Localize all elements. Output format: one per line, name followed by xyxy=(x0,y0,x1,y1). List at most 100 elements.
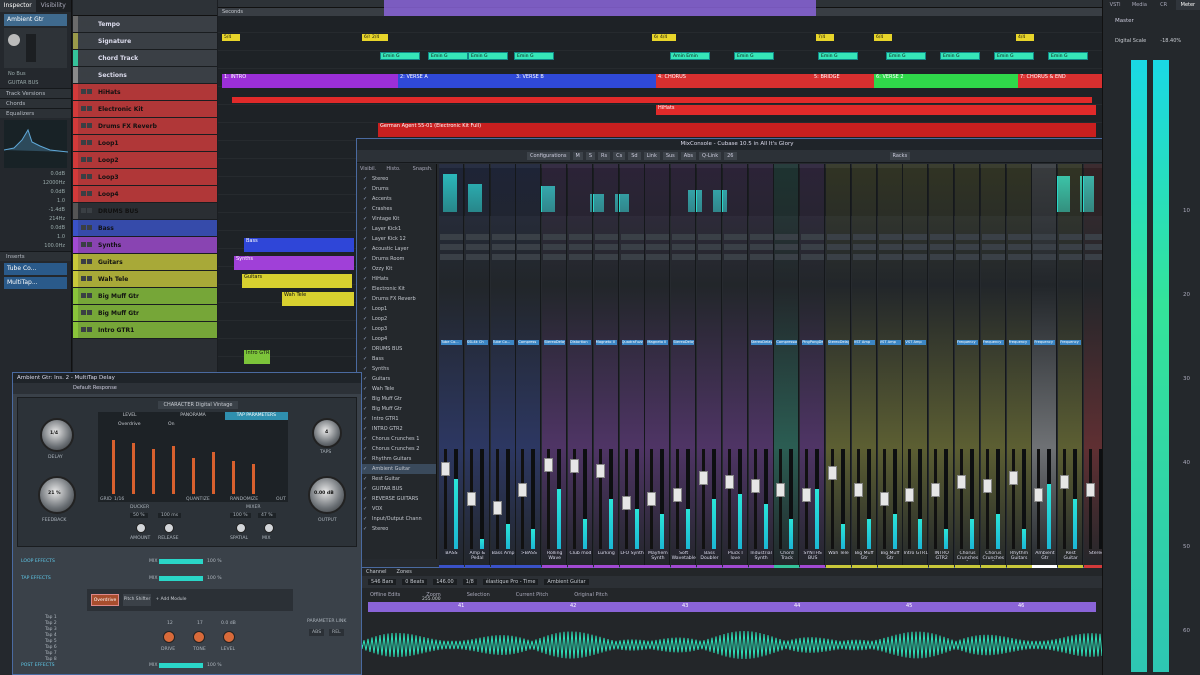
channel-name[interactable]: Intro GTR1 xyxy=(903,551,928,561)
routing-slot[interactable] xyxy=(440,234,463,240)
tab-tap-parameters[interactable]: TAP PARAMETERS xyxy=(224,412,288,420)
routing-slot[interactable] xyxy=(956,234,979,240)
track-header[interactable]: Tempo xyxy=(73,16,217,33)
insert-slot[interactable]: Magneto II xyxy=(647,340,669,345)
spatial-value[interactable]: 100 % xyxy=(230,513,251,518)
mixer-toolbar-button[interactable]: Sd xyxy=(628,152,641,160)
track-header[interactable]: Electronic Kit xyxy=(73,101,217,118)
visibility-item[interactable]: ✓ Vintage Kit xyxy=(357,214,436,224)
tab-level[interactable]: LEVEL xyxy=(98,412,161,420)
mute-button[interactable] xyxy=(81,157,86,162)
bass-clip[interactable]: Bass xyxy=(244,238,354,252)
channel-name[interactable]: Big Muff Gtr xyxy=(878,551,903,561)
routing-slot[interactable] xyxy=(930,234,954,240)
visibility-checkbox[interactable]: ✓ xyxy=(363,216,368,222)
visibility-item[interactable]: ✓ Layer Kick1 xyxy=(357,224,436,234)
routing-slot[interactable] xyxy=(801,254,825,260)
routing-slot[interactable] xyxy=(646,234,670,240)
insert-slot[interactable]: StereoDelay xyxy=(544,340,566,345)
visibility-checkbox[interactable]: ✓ xyxy=(363,286,368,292)
section-event[interactable]: 7: CHORUS & END xyxy=(1018,74,1102,88)
channel-name[interactable]: Amp & Pedal xyxy=(465,551,490,561)
sample-editor-field[interactable]: 1/8 xyxy=(462,579,477,585)
channel-name[interactable]: LFO Synth xyxy=(620,551,645,561)
routing-slot[interactable] xyxy=(569,234,592,240)
insert-slot-1[interactable]: Tube Co... xyxy=(4,263,67,275)
tab-snapshots[interactable]: Snapsh. xyxy=(410,164,436,174)
add-module-button[interactable]: + Add Module xyxy=(155,594,187,606)
routing-slot[interactable] xyxy=(930,244,954,250)
mixer-toolbar-button[interactable]: Q-Link xyxy=(699,152,722,160)
visibility-checkbox[interactable]: ✓ xyxy=(363,476,368,482)
routing-slot[interactable] xyxy=(698,234,721,240)
routing-slot[interactable] xyxy=(1059,244,1083,250)
signature-marker[interactable]: 4/4 xyxy=(1016,34,1034,41)
track-header[interactable]: HiHats xyxy=(73,84,217,101)
electronic-kit-clip[interactable]: German Agent 55-01 (Electronic Kit Full) xyxy=(378,123,1096,137)
routing-slot[interactable] xyxy=(878,234,902,240)
volume-fader[interactable] xyxy=(544,457,554,472)
sample-editor-ruler[interactable]: 41 42 43 44 45 46 xyxy=(368,602,1096,612)
visibility-checkbox[interactable]: ✓ xyxy=(363,376,368,382)
visibility-checkbox[interactable]: ✓ xyxy=(363,486,368,492)
routing-slot[interactable] xyxy=(440,244,463,250)
mix-value[interactable]: 47 % xyxy=(258,513,276,518)
routing-slot[interactable] xyxy=(646,254,670,260)
routing-slot[interactable] xyxy=(465,234,489,240)
track-header[interactable]: Drums FX Reverb xyxy=(73,118,217,135)
mute-button[interactable] xyxy=(81,191,86,196)
solo-button[interactable] xyxy=(87,55,92,60)
inspector-track-name[interactable]: Ambient Gtr xyxy=(4,14,67,26)
section-inserts[interactable]: Inserts xyxy=(0,251,71,261)
routing-output[interactable]: GUITAR BUS xyxy=(0,79,71,88)
visibility-checkbox[interactable]: ✓ xyxy=(363,316,368,322)
tab-visibility[interactable]: Visibility xyxy=(36,0,72,12)
channel-name[interactable]: BASS xyxy=(439,551,464,561)
routing-slot[interactable] xyxy=(698,254,721,260)
volume-fader[interactable] xyxy=(776,483,786,498)
insert-slot-2[interactable]: MultiTap... xyxy=(4,277,67,289)
mute-button[interactable] xyxy=(81,38,86,43)
routing-slot[interactable] xyxy=(543,244,567,250)
visibility-item[interactable]: ✓ Rest Guitar xyxy=(357,474,436,484)
wah-tele-clip[interactable]: Wah Tele xyxy=(282,292,354,306)
visibility-item[interactable]: ✓ Accents xyxy=(357,194,436,204)
visibility-checkbox[interactable]: ✓ xyxy=(363,356,368,362)
visibility-checkbox[interactable]: ✓ xyxy=(363,176,368,182)
volume-fader[interactable] xyxy=(879,492,889,506)
insert-slot[interactable]: VST Amp xyxy=(905,340,927,345)
chord-event[interactable]: Emin G xyxy=(994,52,1034,60)
volume-fader[interactable] xyxy=(647,492,657,506)
routing-slot[interactable] xyxy=(620,234,644,240)
plugin-preset[interactable]: Default Response xyxy=(13,383,361,394)
track-header[interactable]: Intro GTR1 xyxy=(73,322,217,339)
visibility-item[interactable]: ✓ Bass xyxy=(357,354,436,364)
routing-slot[interactable] xyxy=(775,254,799,260)
tab-vsti[interactable]: VSTi xyxy=(1103,0,1127,10)
rel-button[interactable]: REL xyxy=(329,629,344,636)
track-header[interactable]: Loop1 xyxy=(73,135,217,152)
post-effects-label[interactable]: POST EFFECTS xyxy=(21,663,55,668)
visibility-checkbox[interactable]: ✓ xyxy=(363,326,368,332)
routing-slot[interactable] xyxy=(1059,254,1083,260)
insert-slot[interactable]: VST Amp xyxy=(879,340,901,345)
intro-gtr-clip[interactable]: Intro GTR xyxy=(244,350,270,364)
solo-button[interactable] xyxy=(87,276,92,281)
routing-slot[interactable] xyxy=(698,244,721,250)
visibility-checkbox[interactable]: ✓ xyxy=(363,186,368,192)
volume-fader[interactable] xyxy=(982,479,992,494)
mute-button[interactable] xyxy=(81,293,86,298)
tab-meter[interactable]: Meter xyxy=(1175,0,1200,10)
chord-event[interactable]: Emin G xyxy=(940,52,980,60)
section-event[interactable]: 2: VERSE A xyxy=(398,74,514,88)
volume-fader[interactable] xyxy=(802,487,812,502)
visibility-checkbox[interactable]: ✓ xyxy=(363,256,368,262)
routing-slot[interactable] xyxy=(981,234,1005,240)
insert-slot[interactable]: VST Amp xyxy=(853,340,875,345)
ducker-release-value[interactable]: 100 ms xyxy=(158,513,182,518)
solo-button[interactable] xyxy=(87,191,92,196)
track-header[interactable]: Loop3 xyxy=(73,169,217,186)
audio-waveform[interactable] xyxy=(362,624,1104,666)
volume-fader[interactable] xyxy=(441,461,450,476)
visibility-checkbox[interactable]: ✓ xyxy=(363,436,368,442)
